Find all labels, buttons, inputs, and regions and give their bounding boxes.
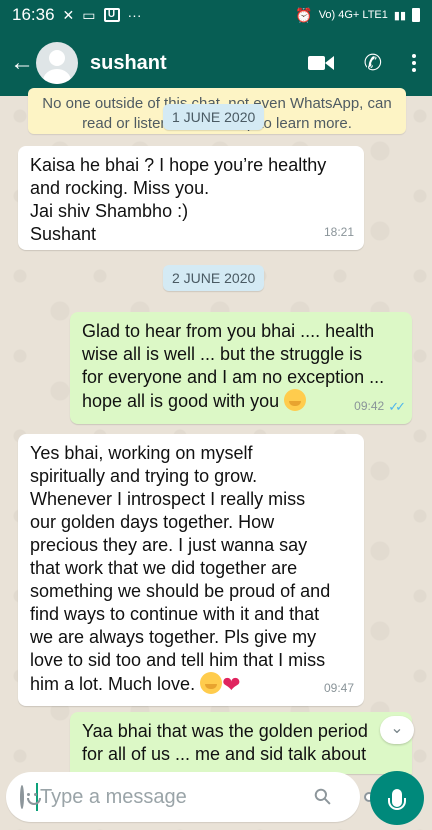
- battery-icon: [412, 8, 420, 22]
- date-chip: 1 JUNE 2020: [163, 104, 265, 130]
- status-bar: 16:36 ✕ ▭ U ··· ⏰ Vo) 4G+ LTE1 ▮▮: [0, 0, 432, 30]
- read-receipt-icon: ✓✓: [388, 399, 406, 414]
- message-composer: ⚲: [6, 772, 375, 822]
- message-time: 09:47: [323, 681, 354, 695]
- avatar[interactable]: [36, 42, 78, 84]
- heart-emoji-icon: ❤: [222, 672, 241, 697]
- back-arrow-icon[interactable]: ←: [10, 49, 34, 77]
- more-notifications-icon: ···: [127, 7, 142, 23]
- notification-icon: ▭: [82, 6, 96, 23]
- outgoing-message[interactable]: Glad to hear from you bhai .... health w…: [70, 312, 412, 424]
- app-notification-icon: U: [103, 8, 120, 22]
- message-time: 18:21: [323, 225, 354, 239]
- video-call-icon[interactable]: [307, 54, 334, 72]
- missed-call-icon: ✕: [62, 6, 75, 23]
- date-chip: 2 JUNE 2020: [163, 265, 265, 291]
- outgoing-message[interactable]: Yaa bhai that was the golden period for …: [70, 712, 412, 774]
- message-input[interactable]: [36, 783, 305, 811]
- emoji-icon[interactable]: [20, 785, 41, 809]
- more-options-icon[interactable]: [412, 54, 416, 72]
- message-text: Kaisa he bhai ? I hope you’re healthy an…: [30, 155, 327, 244]
- voice-call-icon[interactable]: ✆: [364, 50, 382, 76]
- signal-icon: ▮▮: [393, 9, 406, 22]
- attachment-icon[interactable]: ⚲: [308, 782, 338, 812]
- voice-message-button[interactable]: [370, 771, 424, 825]
- chat-header: ← sushant ✆: [0, 30, 432, 96]
- alarm-icon: ⏰: [295, 6, 313, 23]
- chevron-down-icon: ⌄: [390, 720, 404, 737]
- network-indicator: Vo) 4G+ LTE1: [318, 9, 388, 21]
- scroll-down-button[interactable]: ⌄: [380, 716, 414, 744]
- message-text: Yaa bhai that was the golden period for …: [82, 721, 368, 764]
- message-text: Glad to hear from you bhai .... health w…: [82, 321, 385, 411]
- message-text: Yes bhai, working on myself spiritually …: [30, 443, 331, 694]
- contact-name[interactable]: sushant: [90, 52, 308, 75]
- incoming-message[interactable]: Kaisa he bhai ? I hope you’re healthy an…: [18, 146, 364, 250]
- hugging-face-emoji-icon: [284, 389, 307, 411]
- hugging-face-emoji-icon: [200, 672, 223, 694]
- message-time: 09:42: [354, 399, 385, 413]
- microphone-icon: [388, 789, 406, 810]
- incoming-message[interactable]: Yes bhai, working on myself spiritually …: [18, 434, 364, 706]
- status-time: 16:36: [12, 5, 55, 24]
